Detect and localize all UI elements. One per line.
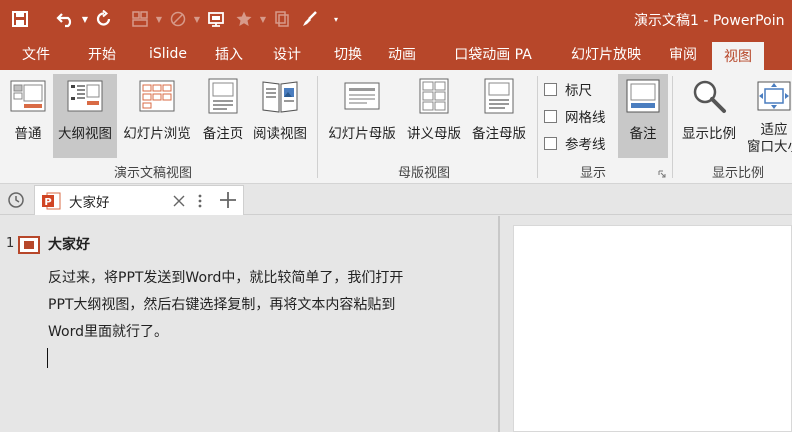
outline-body-line[interactable]: 反过来，将PPT发送到Word中，就比较简单了，我们打开 [48,267,403,287]
zoom-label: 显示比例 [682,126,736,142]
presentation-views-group-label: 演示文稿视图 [114,166,193,181]
layout-dropdown-icon[interactable]: ▼ [154,0,164,38]
fit-window-icon [757,81,791,111]
slide-number: 1 [6,236,15,251]
tab-animations[interactable]: 动画 [376,38,428,70]
presenter-icon[interactable] [202,0,230,38]
brush-icon[interactable] [296,0,324,38]
window-title: 演示文稿1 - PowerPoin [634,13,785,29]
handout-master-button[interactable]: 讲义母版 [403,74,465,158]
tab-slideshow[interactable]: 幻灯片放映 [558,38,654,70]
slide-icon[interactable] [18,236,40,254]
document-tab-bar: P 大家好 [0,185,792,215]
tab-transitions[interactable]: 切换 [320,38,376,70]
tab-insert[interactable]: 插入 [204,38,254,70]
slide-sorter-button[interactable]: 幻灯片浏览 [118,74,196,158]
reading-view-label: 阅读视图 [253,126,307,142]
fit-to-window-button[interactable]: 适应 窗口大小 [744,74,792,164]
more-options-icon[interactable] [197,193,203,209]
layout-icon[interactable] [126,0,154,38]
outline-view-icon [67,80,103,112]
outline-body-line[interactable]: PPT大纲视图，然后右键选择复制，再将文本内容粘贴到 [48,294,395,314]
text-cursor [47,348,48,368]
save-icon[interactable] [6,0,34,38]
customize-qat-icon[interactable]: ▾ [324,0,348,38]
guides-checkbox-box[interactable] [544,136,557,150]
outline-view-label: 大纲视图 [58,126,112,142]
document-tab[interactable]: P 大家好 [34,185,244,215]
title-bar: ▼ ▼ ▼ ▼ ▾ 演示文稿1 - PowerPoin [0,0,792,38]
slide-sorter-label: 幻灯片浏览 [123,126,191,142]
ruler-label: 标尺 [565,83,592,99]
master-views-group-label: 母版视图 [398,166,451,181]
fit-window-label: 适应 窗口大小 [747,122,792,156]
fit-window-label-line1: 适应 [760,122,788,138]
notes-label: 备注 [629,126,657,142]
notes-page-label: 备注页 [202,126,244,142]
copy-icon[interactable] [268,0,296,38]
group-separator [537,76,538,178]
tab-view[interactable]: 视图 [712,42,764,70]
notes-button[interactable]: 备注 [618,74,668,158]
gridlines-label: 网格线 [565,110,606,126]
tab-design[interactable]: 设计 [254,38,320,70]
tab-review[interactable]: 审阅 [654,38,712,70]
handout-master-label: 讲义母版 [407,126,461,142]
show-group-label: 显示 [580,166,607,181]
notes-page-button[interactable]: 备注页 [198,74,248,158]
reading-view-button[interactable]: 阅读视图 [249,74,311,158]
tab-islide[interactable]: iSlide [132,38,204,70]
tab-pocket-animation[interactable]: 口袋动画 PA [428,38,558,70]
ruler-checkbox[interactable]: 标尺 [544,79,592,99]
redo-icon[interactable] [90,0,118,38]
zoom-button[interactable]: 显示比例 [676,74,742,158]
shape-icon[interactable] [164,0,192,38]
fit-window-label-line2: 窗口大小 [747,139,792,155]
notes-master-icon [484,78,514,114]
shape-dropdown-icon[interactable]: ▼ [192,0,202,38]
normal-view-button[interactable]: 普通 [4,74,52,158]
zoom-group-label: 显示比例 [712,166,765,181]
undo-icon[interactable] [52,0,80,38]
tab-file[interactable]: 文件 [0,38,72,70]
notes-icon [626,79,660,113]
powerpoint-file-icon: P [42,192,61,209]
normal-view-icon [10,80,46,112]
dialog-launcher-icon[interactable] [658,170,666,178]
undo-dropdown-icon[interactable]: ▼ [80,0,90,38]
star-icon[interactable] [230,0,258,38]
ribbon-tabs: 文件 开始 iSlide 插入 设计 切换 动画 口袋动画 PA 幻灯片放映 审… [0,38,792,70]
slide-master-label: 幻灯片母版 [328,126,396,142]
slide-canvas[interactable] [513,225,792,432]
handout-master-icon [419,78,449,114]
notes-master-button[interactable]: 备注母版 [467,74,531,158]
slide-master-button[interactable]: 幻灯片母版 [322,74,402,158]
guides-checkbox[interactable]: 参考线 [544,133,606,153]
history-icon[interactable] [6,191,26,209]
magnifier-icon [693,80,726,113]
gridlines-checkbox-box[interactable] [544,109,557,123]
normal-view-label: 普通 [14,126,42,142]
ribbon-view: 普通 大纲视图 幻灯片浏览 备注页 阅读视图 演示文稿视图 幻灯片母版 讲义母版… [0,70,792,184]
quick-access-toolbar: ▼ ▼ ▼ ▼ ▾ [0,0,348,38]
slide-title[interactable]: 大家好 [48,234,90,254]
svg-text:P: P [44,197,51,208]
group-separator [672,76,673,178]
ruler-checkbox-box[interactable] [544,82,557,96]
notes-page-icon [208,78,238,114]
slide-sorter-icon [139,80,175,112]
star-dropdown-icon[interactable]: ▼ [258,0,268,38]
outline-view-button[interactable]: 大纲视图 [53,74,117,158]
tab-home[interactable]: 开始 [72,38,132,70]
slide-master-icon [344,82,380,110]
gridlines-checkbox[interactable]: 网格线 [544,106,606,126]
close-icon[interactable] [173,195,185,207]
group-separator [317,76,318,178]
outline-body-line[interactable]: Word里面就行了。 [48,321,168,341]
notes-master-label: 备注母版 [472,126,526,142]
guides-label: 参考线 [565,137,606,153]
document-tab-name: 大家好 [69,194,110,211]
add-tab-icon[interactable] [218,190,238,210]
reading-view-icon [262,81,298,113]
